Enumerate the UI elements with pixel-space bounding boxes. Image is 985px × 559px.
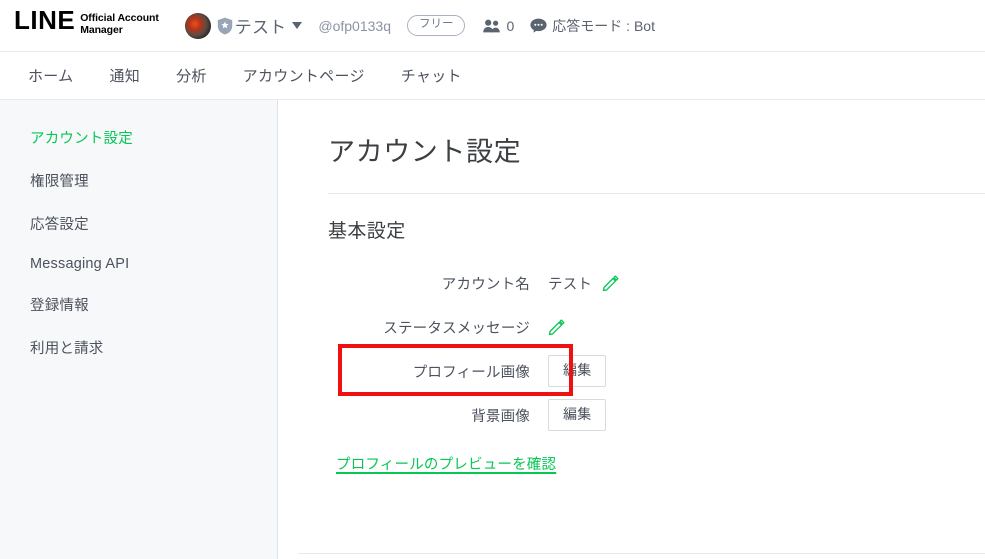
response-mode-value: 応答モード : Bot	[552, 17, 655, 34]
avatar	[184, 12, 211, 39]
tab-notifications[interactable]: 通知	[109, 65, 140, 86]
title-divider	[328, 193, 985, 194]
edit-pencil-icon[interactable]	[548, 318, 565, 336]
edit-profile-image-button[interactable]: 編集	[548, 355, 607, 387]
edit-background-image-button[interactable]: 編集	[548, 399, 607, 431]
line-official-account-manager-logo[interactable]: LINE Official Account Manager	[14, 7, 159, 44]
friends-count-stat: 0	[483, 18, 514, 34]
value-profile-image: 編集	[548, 355, 607, 387]
sidebar-item-account-settings[interactable]: アカウント設定	[0, 116, 277, 159]
basic-settings-form: アカウント名 テスト ステータスメッセージ プロフィール画像 編集 背景画像 編…	[328, 261, 985, 437]
label-background-image: 背景画像	[471, 408, 530, 425]
account-name-value: テスト	[548, 276, 593, 293]
form-row-profile-image: プロフィール画像 編集	[328, 344, 985, 396]
logo-subtitle: Official Account Manager	[80, 12, 159, 36]
sidebar-item-messaging-api[interactable]: Messaging API	[0, 245, 277, 283]
friends-count-value: 0	[506, 17, 515, 34]
logo-subtitle-line1: Official Account	[80, 12, 159, 24]
sidebar-item-usage-billing[interactable]: 利用と請求	[0, 326, 277, 369]
top-header: LINE Official Account Manager テスト @ofp01…	[0, 0, 985, 52]
account-id: @ofp0133q	[318, 17, 391, 34]
sidebar-item-response-settings[interactable]: 応答設定	[0, 202, 277, 245]
logo-line-text: LINE	[14, 5, 76, 35]
chevron-down-icon[interactable]	[292, 22, 303, 29]
bottom-divider	[298, 553, 985, 554]
people-icon	[483, 19, 501, 32]
preview-link-container: プロフィールのプレビューを確認	[328, 453, 985, 474]
main-content: アカウント設定 基本設定 アカウント名 テスト ステータスメッセージ プロフィー…	[278, 100, 985, 559]
account-switcher[interactable]: テスト	[184, 12, 319, 39]
profile-preview-link[interactable]: プロフィールのプレビューを確認	[336, 457, 556, 473]
label-status-message: ステータスメッセージ	[383, 320, 530, 337]
edit-pencil-icon[interactable]	[602, 274, 619, 292]
form-row-account-name: アカウント名 テスト	[328, 261, 985, 305]
section-title-basic-settings: 基本設定	[328, 221, 406, 242]
tab-chat[interactable]: チャット	[401, 65, 462, 86]
tab-account-page[interactable]: アカウントページ	[243, 65, 365, 86]
sidebar-item-permissions[interactable]: 権限管理	[0, 159, 277, 202]
page-body: アカウント設定 権限管理 応答設定 Messaging API 登録情報 利用と…	[0, 100, 985, 559]
account-name: テスト	[234, 18, 287, 37]
verified-shield-icon	[217, 17, 232, 34]
chat-bubble-icon	[530, 18, 547, 33]
label-account-name: アカウント名	[441, 276, 530, 293]
value-background-image: 編集	[548, 399, 607, 431]
plan-badge: フリー	[406, 15, 466, 36]
value-account-name: テスト	[548, 273, 619, 294]
tab-home[interactable]: ホーム	[28, 65, 73, 86]
sidebar: アカウント設定 権限管理 応答設定 Messaging API 登録情報 利用と…	[0, 100, 278, 559]
tab-analytics[interactable]: 分析	[176, 65, 207, 86]
main-navigation: ホーム 通知 分析 アカウントページ チャット	[0, 52, 985, 100]
form-row-status-message: ステータスメッセージ	[328, 305, 985, 349]
value-status-message	[548, 318, 565, 336]
page-title: アカウント設定	[328, 137, 522, 167]
logo-subtitle-line2: Manager	[80, 23, 123, 36]
form-row-background-image: 背景画像 編集	[328, 393, 985, 437]
sidebar-item-registration-info[interactable]: 登録情報	[0, 283, 277, 326]
response-mode-stat: 応答モード : Bot	[530, 16, 655, 36]
label-profile-image: プロフィール画像	[412, 364, 530, 381]
